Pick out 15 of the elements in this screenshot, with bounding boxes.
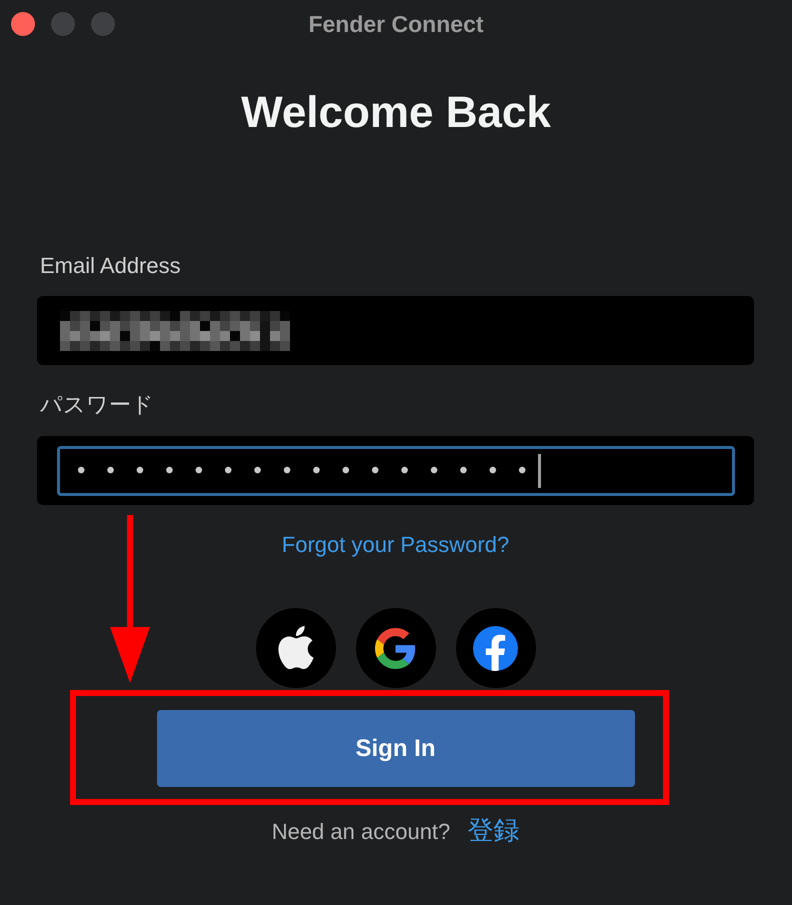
account-prompt: Need an account? <box>272 818 450 846</box>
password-label: パスワード <box>40 391 154 419</box>
facebook-icon <box>473 626 518 670</box>
forgot-password-link[interactable]: Forgot your Password? <box>282 531 510 559</box>
register-link[interactable]: 登録 <box>467 815 520 845</box>
apple-icon <box>278 626 314 670</box>
text-cursor-icon <box>538 454 542 488</box>
password-field[interactable]: •••••••••••••••• <box>37 436 754 505</box>
email-field[interactable] <box>37 296 754 365</box>
google-icon <box>375 628 416 668</box>
page-heading: Welcome Back <box>241 88 551 138</box>
window-title: Fender Connect <box>308 10 484 38</box>
email-label: Email Address <box>40 252 181 280</box>
sign-in-button[interactable]: Sign In <box>156 710 634 787</box>
close-button[interactable] <box>11 12 35 36</box>
